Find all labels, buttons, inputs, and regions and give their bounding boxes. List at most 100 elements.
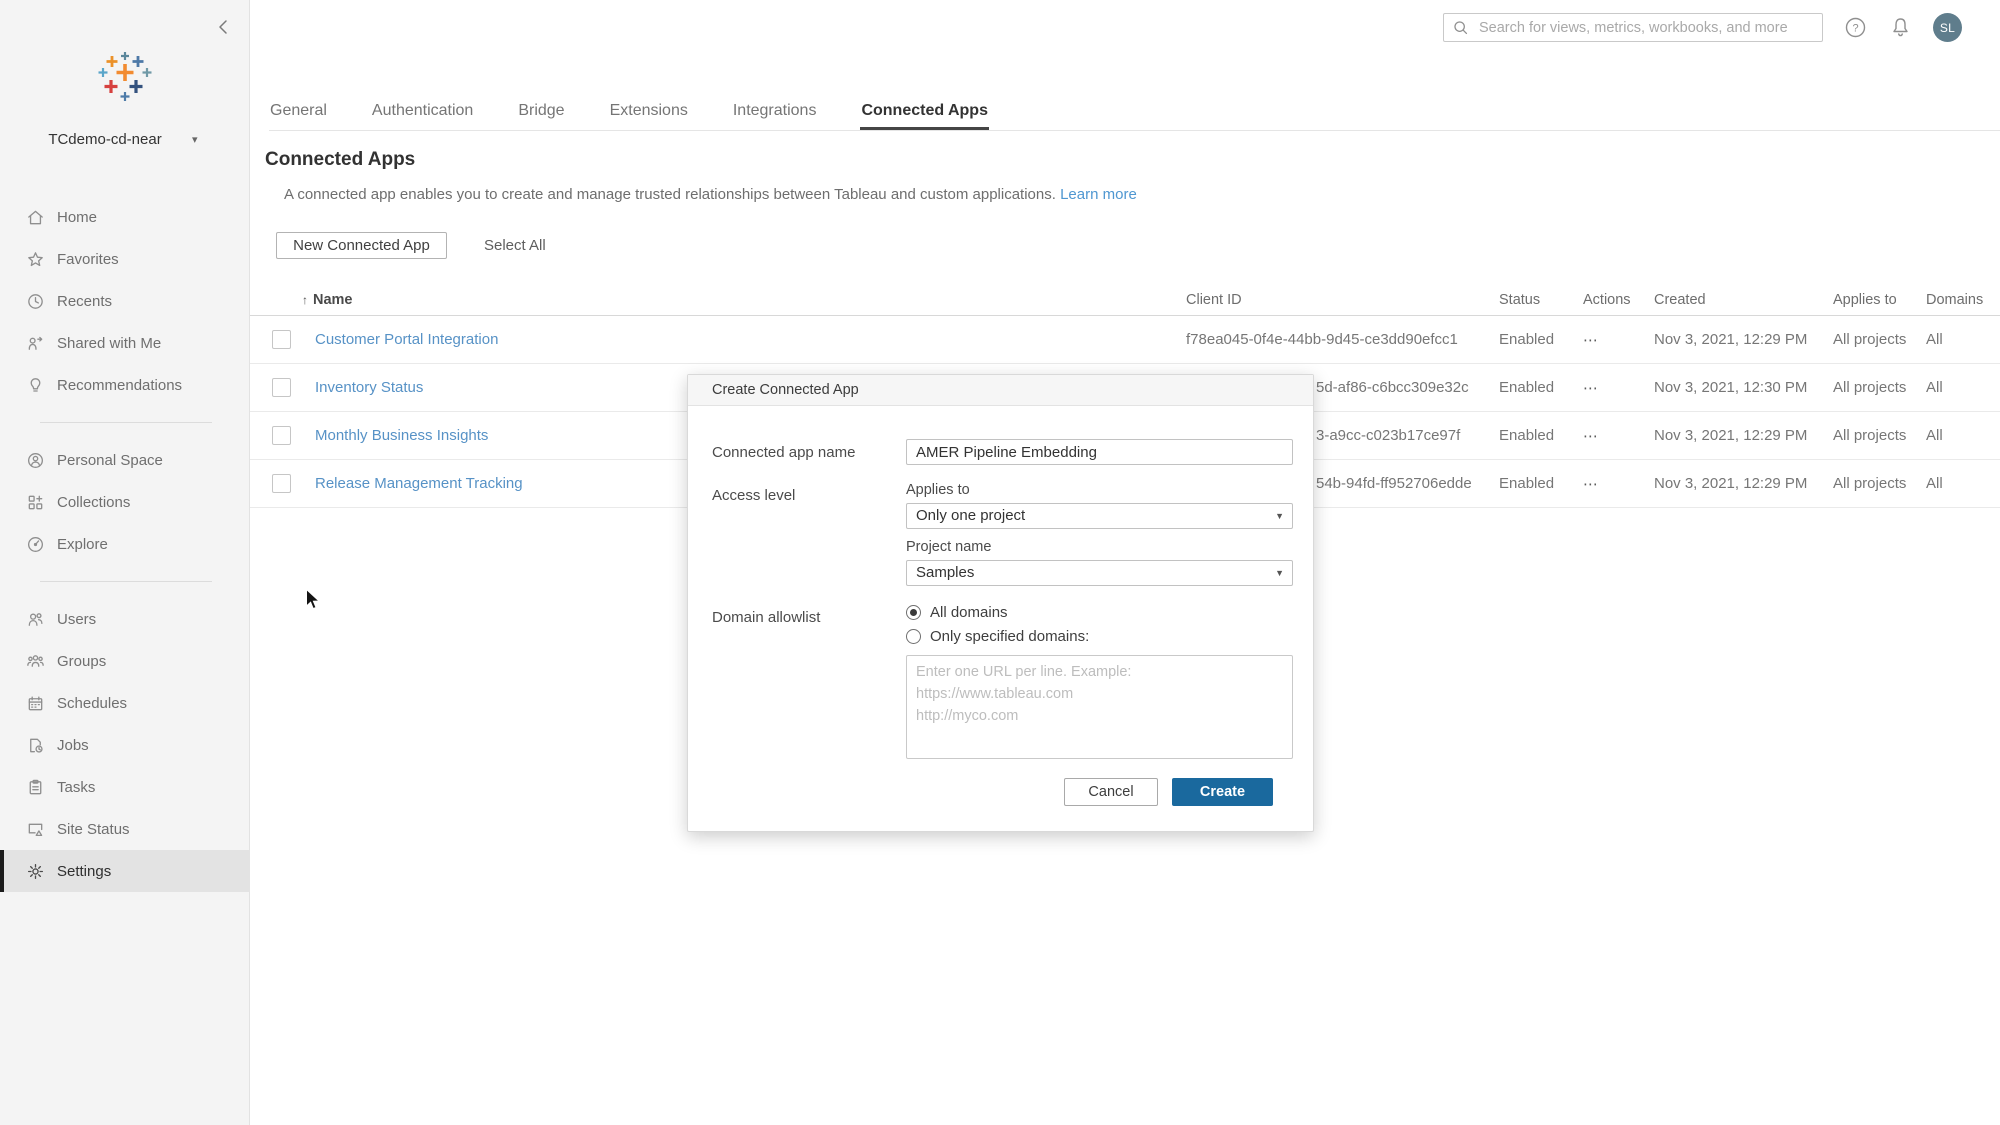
column-header-name[interactable]: ↑ Name: [302, 292, 1186, 308]
sidebar-item-label: Schedules: [57, 694, 128, 712]
sidebar-item-label: Recommendations: [57, 376, 183, 394]
app-name-link[interactable]: Customer Portal Integration: [315, 331, 498, 348]
applies-to-cell: All projects: [1833, 475, 1907, 492]
domain-allowlist-textarea[interactable]: [906, 655, 1293, 759]
sidebar-item-favorites[interactable]: Favorites: [0, 238, 250, 280]
row-actions-menu-icon[interactable]: ⋯: [1583, 332, 1599, 349]
domain-allowlist-label: Domain allowlist: [712, 609, 821, 626]
created-cell: Nov 3, 2021, 12:29 PM: [1654, 475, 1808, 492]
gear-icon: [26, 862, 45, 881]
svg-text:?: ?: [1852, 23, 1858, 35]
row-actions-menu-icon[interactable]: ⋯: [1583, 380, 1599, 397]
sidebar-item-users[interactable]: Users: [0, 598, 250, 640]
domains-cell: All: [1926, 379, 1943, 396]
compass-icon: [26, 535, 45, 554]
description-text: A connected app enables you to create an…: [284, 186, 1056, 203]
sidebar-item-label: Tasks: [57, 778, 96, 796]
sidebar-item-recents[interactable]: Recents: [0, 280, 250, 322]
sidebar-item-label: Shared with Me: [57, 334, 162, 352]
radio-only-specified-domains[interactable]: Only specified domains:: [906, 628, 1293, 645]
sidebar-collapse-icon[interactable]: [212, 15, 236, 39]
row-checkbox[interactable]: [272, 474, 291, 493]
sidebar-item-explore[interactable]: Explore: [0, 523, 250, 565]
tab-bridge[interactable]: Bridge: [517, 95, 565, 130]
dialog-title: Create Connected App: [688, 375, 1313, 406]
applies-to-value: Only one project: [916, 507, 1026, 524]
radio-all-domains[interactable]: All domains: [906, 604, 1293, 621]
cancel-button[interactable]: Cancel: [1064, 778, 1158, 806]
collections-icon: [26, 493, 45, 512]
sidebar-item-schedules[interactable]: Schedules: [0, 682, 250, 724]
search-input[interactable]: [1477, 18, 1814, 37]
new-connected-app-button[interactable]: New Connected App: [276, 232, 447, 259]
site-status-icon: [26, 820, 45, 839]
users-icon: [26, 610, 45, 629]
sidebar-item-label: Settings: [57, 862, 112, 880]
sidebar-item-tasks[interactable]: Tasks: [0, 766, 250, 808]
row-actions-menu-icon[interactable]: ⋯: [1583, 428, 1599, 445]
user-avatar[interactable]: SL: [1933, 13, 1962, 42]
calendar-icon: [26, 694, 45, 713]
app-name-link[interactable]: Release Management Tracking: [315, 475, 523, 492]
groups-icon: [26, 652, 45, 671]
tab-connected-apps[interactable]: Connected Apps: [860, 95, 989, 130]
project-name-value: Samples: [916, 564, 975, 581]
sidebar-divider: [40, 422, 212, 423]
table-row: Customer Portal Integration f78ea045-0f4…: [250, 316, 2000, 364]
tab-authentication[interactable]: Authentication: [371, 95, 474, 130]
row-checkbox[interactable]: [272, 330, 291, 349]
applies-to-cell: All projects: [1833, 427, 1907, 444]
sidebar-item-personal-space[interactable]: Personal Space: [0, 439, 250, 481]
sidebar-item-jobs[interactable]: Jobs: [0, 724, 250, 766]
sidebar-item-site-status[interactable]: Site Status: [0, 808, 250, 850]
clipboard-icon: [26, 778, 45, 797]
tab-extensions[interactable]: Extensions: [609, 95, 689, 130]
sidebar-item-label: Recents: [57, 292, 113, 310]
chevron-down-icon: ▼: [1275, 511, 1284, 521]
row-actions-menu-icon[interactable]: ⋯: [1583, 476, 1599, 493]
app-name-link[interactable]: Inventory Status: [315, 379, 423, 396]
sidebar-item-label: Users: [57, 610, 97, 628]
radio-all-domains-label: All domains: [930, 604, 1008, 621]
select-all-button[interactable]: Select All: [484, 237, 546, 254]
project-name-select[interactable]: Samples ▼: [906, 560, 1293, 586]
jobs-icon: [26, 736, 45, 755]
app-name-link[interactable]: Monthly Business Insights: [315, 427, 488, 444]
person-circle-icon: [26, 451, 45, 470]
notifications-bell-icon[interactable]: [1888, 15, 1913, 40]
column-header-status: Status: [1499, 292, 1541, 308]
domains-cell: All: [1926, 331, 1943, 348]
site-name: TCdemo-cd-near: [48, 131, 162, 148]
created-cell: Nov 3, 2021, 12:30 PM: [1654, 379, 1808, 396]
sidebar-item-label: Explore: [57, 535, 108, 553]
toolbar: New Connected App Select All: [276, 232, 546, 259]
sidebar-item-recommendations[interactable]: Recommendations: [0, 364, 250, 406]
row-checkbox[interactable]: [272, 378, 291, 397]
applies-to-select[interactable]: Only one project ▼: [906, 503, 1293, 529]
sidebar-item-settings[interactable]: Settings: [0, 850, 250, 892]
sidebar-item-label: Site Status: [57, 820, 130, 838]
row-checkbox[interactable]: [272, 426, 291, 445]
sidebar-item-groups[interactable]: Groups: [0, 640, 250, 682]
chevron-down-icon: ▼: [1275, 568, 1284, 578]
page-description: A connected app enables you to create an…: [284, 186, 1137, 203]
connected-app-name-input[interactable]: [906, 439, 1293, 465]
create-button[interactable]: Create: [1172, 778, 1273, 806]
sidebar-item-collections[interactable]: Collections: [0, 481, 250, 523]
sidebar-item-home[interactable]: Home: [0, 196, 250, 238]
radio-selected-icon: [906, 605, 921, 620]
learn-more-link[interactable]: Learn more: [1060, 186, 1137, 203]
sidebar-item-label: Home: [57, 208, 98, 226]
help-icon[interactable]: ?: [1843, 15, 1868, 40]
top-bar: ? SL: [1443, 13, 1962, 42]
access-level-label: Access level: [712, 487, 796, 504]
column-header-applies-to: Applies to: [1833, 292, 1897, 308]
tab-general[interactable]: General: [269, 95, 328, 130]
search-icon: [1454, 21, 1468, 35]
tab-integrations[interactable]: Integrations: [732, 95, 818, 130]
sidebar-item-shared-with-me[interactable]: Shared with Me: [0, 322, 250, 364]
column-header-actions: Actions: [1583, 292, 1631, 308]
radio-unselected-icon: [906, 629, 921, 644]
site-selector[interactable]: TCdemo-cd-near ▾: [0, 131, 250, 153]
sidebar: TCdemo-cd-near ▾ Home Favorites Recents …: [0, 0, 250, 1125]
